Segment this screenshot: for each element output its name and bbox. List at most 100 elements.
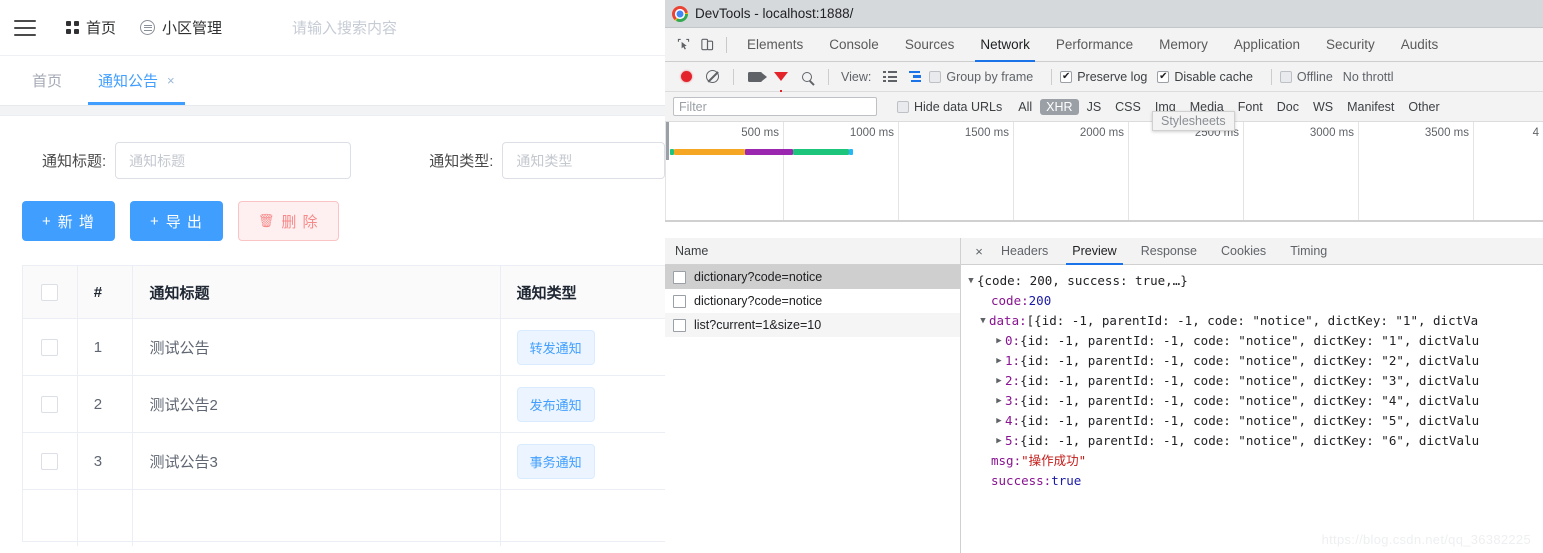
waterfall-view-icon[interactable] xyxy=(903,64,929,90)
filter-type-all[interactable]: All xyxy=(1012,99,1038,115)
close-icon[interactable]: × xyxy=(167,73,175,88)
json-line[interactable]: 3: {id: -1, parentId: -1, code: "notice"… xyxy=(961,391,1543,411)
filter-type-font[interactable]: Font xyxy=(1232,99,1269,115)
filter-type-css[interactable]: CSS xyxy=(1109,99,1147,115)
timeline-tick-label: 3500 ms xyxy=(1424,127,1469,139)
chevron-down-icon[interactable] xyxy=(965,271,977,291)
disable-cache-checkbox[interactable] xyxy=(1157,70,1170,83)
json-line[interactable]: data: [{id: -1, parentId: -1, code: "not… xyxy=(961,311,1543,331)
chrome-logo-icon xyxy=(672,5,688,22)
json-line[interactable]: 2: {id: -1, parentId: -1, code: "notice"… xyxy=(961,371,1543,391)
nav-item-home[interactable]: 首页 xyxy=(66,17,116,38)
offline-option[interactable]: Offline xyxy=(1279,70,1333,84)
delete-button[interactable]: 🗑 删 除 xyxy=(237,201,339,241)
timeline-tick: 3500 ms xyxy=(1358,122,1473,221)
close-icon[interactable]: × xyxy=(969,241,989,261)
tab-memory[interactable]: Memory xyxy=(1146,28,1221,62)
tab-application[interactable]: Application xyxy=(1221,28,1313,62)
tab-network[interactable]: Network xyxy=(967,28,1043,62)
table-row[interactable]: 2 测试公告2 发布通知 xyxy=(23,376,665,433)
request-name: dictionary?code=notice xyxy=(694,270,823,284)
json-line[interactable]: 0: {id: -1, parentId: -1, code: "notice"… xyxy=(961,331,1543,351)
tab-performance[interactable]: Performance xyxy=(1043,28,1146,62)
nav-item-community[interactable]: 小区管理 xyxy=(140,17,222,38)
json-line[interactable]: {code: 200, success: true,…} xyxy=(961,271,1543,291)
filter-type-ws[interactable]: WS xyxy=(1307,99,1339,115)
group-by-frame-checkbox[interactable] xyxy=(929,70,942,83)
tab-sources[interactable]: Sources xyxy=(892,28,968,62)
detail-tab-timing[interactable]: Timing xyxy=(1278,238,1339,265)
row-checkbox[interactable] xyxy=(41,452,59,470)
offline-checkbox[interactable] xyxy=(1279,70,1292,83)
json-value: [{id: -1, parentId: -1, code: "notice", … xyxy=(1026,313,1479,328)
device-toolbar-icon[interactable] xyxy=(695,33,719,57)
detail-tab-headers[interactable]: Headers xyxy=(989,238,1060,265)
chevron-right-icon[interactable] xyxy=(993,391,1005,411)
search-input[interactable]: 请输入搜索内容 xyxy=(292,17,397,38)
chevron-right-icon[interactable] xyxy=(993,351,1005,371)
filter-type-doc[interactable]: Doc xyxy=(1271,99,1305,115)
notice-type-select[interactable]: 通知类型 xyxy=(502,142,665,179)
add-button[interactable]: + 新 增 xyxy=(22,201,115,241)
row-select-cell xyxy=(23,433,78,489)
export-button[interactable]: + 导 出 xyxy=(129,201,223,241)
preserve-log-checkbox[interactable] xyxy=(1060,70,1073,83)
request-row[interactable]: dictionary?code=notice xyxy=(665,289,960,313)
select-all-checkbox[interactable] xyxy=(41,283,59,301)
filter-type-other[interactable]: Other xyxy=(1402,99,1445,115)
list-view-icon[interactable] xyxy=(877,64,903,90)
request-name: dictionary?code=notice xyxy=(694,294,823,308)
throttling-select[interactable]: No throttl xyxy=(1343,70,1394,84)
search-icon[interactable] xyxy=(794,64,820,90)
camera-icon[interactable] xyxy=(742,64,768,90)
tab-elements[interactable]: Elements xyxy=(734,28,816,62)
detail-tab-preview[interactable]: Preview xyxy=(1060,238,1128,265)
chevron-right-icon[interactable] xyxy=(993,411,1005,431)
notice-type-label: 通知类型: xyxy=(429,153,494,170)
status-badge[interactable]: 转发通知 xyxy=(516,329,595,365)
overview-bar-end xyxy=(849,149,853,155)
status-badge[interactable]: 发布通知 xyxy=(516,386,595,422)
inspect-element-icon[interactable] xyxy=(671,33,695,57)
funnel-icon[interactable] xyxy=(768,64,794,95)
preserve-log-option[interactable]: Preserve log xyxy=(1060,70,1147,84)
json-key: 1: xyxy=(1005,353,1021,368)
chevron-down-icon[interactable] xyxy=(977,311,989,331)
detail-tab-cookies[interactable]: Cookies xyxy=(1209,238,1278,265)
detail-tab-response[interactable]: Response xyxy=(1129,238,1209,265)
json-value: true xyxy=(1051,473,1082,488)
tab-notice[interactable]: 通知公告 × xyxy=(80,56,193,105)
hide-data-urls-checkbox[interactable] xyxy=(897,100,909,113)
chevron-right-icon[interactable] xyxy=(993,331,1005,351)
filter-type-manifest[interactable]: Manifest xyxy=(1341,99,1400,115)
record-icon[interactable] xyxy=(673,64,699,90)
network-overview-timeline[interactable]: 500 ms 1000 ms 1500 ms 2000 ms 2500 ms 3… xyxy=(665,122,1543,222)
row-checkbox[interactable] xyxy=(41,338,59,356)
tab-home[interactable]: 首页 xyxy=(14,56,80,105)
tab-security[interactable]: Security xyxy=(1313,28,1388,62)
chevron-right-icon[interactable] xyxy=(993,431,1005,451)
chevron-right-icon[interactable] xyxy=(993,371,1005,391)
tab-console[interactable]: Console xyxy=(816,28,892,62)
group-by-frame-option[interactable]: Group by frame xyxy=(929,70,1033,84)
hamburger-icon[interactable] xyxy=(14,19,36,36)
json-line[interactable]: 5: {id: -1, parentId: -1, code: "notice"… xyxy=(961,431,1543,451)
filter-type-xhr[interactable]: XHR xyxy=(1040,98,1079,115)
disable-cache-option[interactable]: Disable cache xyxy=(1157,70,1253,84)
notice-title-input[interactable]: 通知标题 xyxy=(115,142,352,179)
filter-input[interactable]: Filter xyxy=(673,97,877,116)
json-line[interactable]: 1: {id: -1, parentId: -1, code: "notice"… xyxy=(961,351,1543,371)
nav-item-community-label: 小区管理 xyxy=(162,20,223,37)
table-row[interactable]: 3 测试公告3 事务通知 xyxy=(23,433,665,490)
filter-type-js[interactable]: JS xyxy=(1081,99,1108,115)
row-checkbox[interactable] xyxy=(41,395,59,413)
request-row[interactable]: list?current=1&size=10 xyxy=(665,313,960,337)
clear-icon[interactable] xyxy=(699,64,725,90)
status-badge[interactable]: 事务通知 xyxy=(516,443,595,479)
requests-column-header[interactable]: Name xyxy=(665,238,960,265)
json-line[interactable]: 4: {id: -1, parentId: -1, code: "notice"… xyxy=(961,411,1543,431)
hide-data-urls-option[interactable]: Hide data URLs xyxy=(897,100,1002,114)
request-row[interactable]: dictionary?code=notice xyxy=(665,265,960,289)
table-row[interactable]: 1 测试公告 转发通知 xyxy=(23,319,665,376)
tab-audits[interactable]: Audits xyxy=(1388,28,1452,62)
